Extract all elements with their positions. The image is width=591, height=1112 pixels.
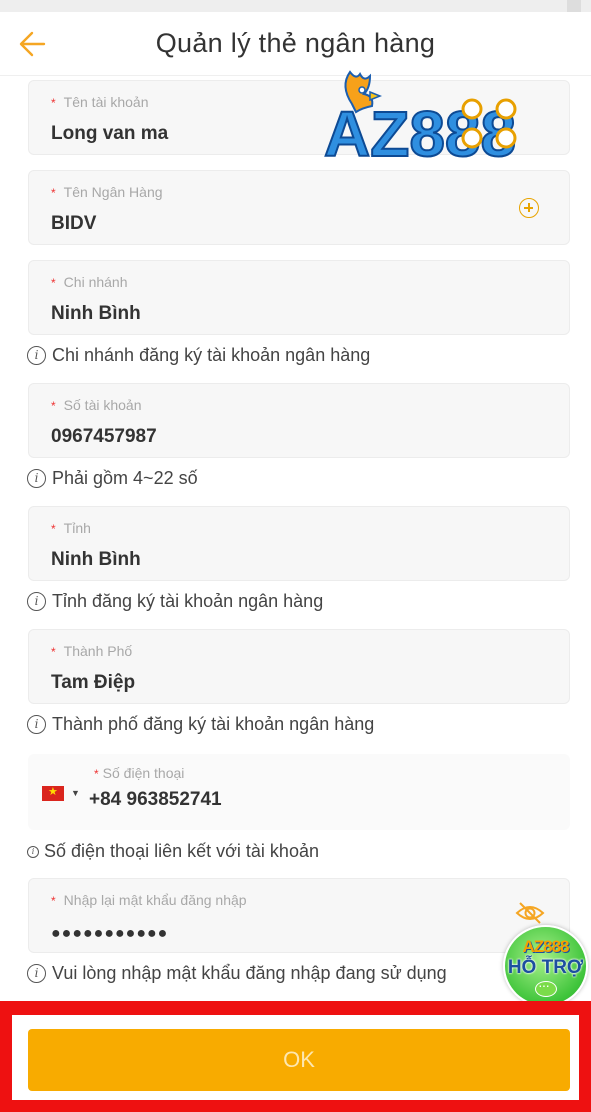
phone-field[interactable]: *Số điện thoại ▼ +84 963852741 [28, 754, 570, 830]
info-icon: i [27, 964, 46, 983]
bank-name-label: * Tên Ngân Hàng [51, 184, 163, 200]
eye-icon[interactable] [514, 900, 546, 926]
password-value: ●●●●●●●●●●● [51, 925, 169, 942]
phone-hint: i Số điện thoại liên kết với tài khoản [27, 841, 319, 862]
info-icon: i [27, 592, 46, 611]
city-value: Tam Điệp [51, 672, 136, 693]
bank-name-field[interactable]: * Tên Ngân Hàng BIDV [28, 170, 570, 245]
info-icon: i [27, 346, 46, 365]
account-number-label: * Số tài khoản [51, 397, 142, 413]
province-label: * Tỉnh [51, 520, 91, 536]
logo-text: AZ888 [324, 98, 516, 162]
branch-field[interactable]: * Chi nhánh Ninh Bình [28, 260, 570, 335]
account-number-field[interactable]: * Số tài khoản 0967457987 [28, 383, 570, 458]
province-value: Ninh Bình [51, 549, 141, 570]
account-number-hint: i Phải gồm 4~22 số [27, 468, 198, 489]
account-name-label: * Tên tài khoản [51, 94, 149, 110]
city-hint: i Thành phố đăng ký tài khoản ngân hàng [27, 714, 374, 735]
support-label: HỖ TRỢ [507, 957, 584, 978]
add-circle-icon[interactable] [519, 198, 539, 218]
phone-label: * Số điện thoại [94, 765, 185, 781]
branch-hint: i Chi nhánh đăng ký tài khoản ngân hàng [27, 345, 370, 366]
branch-label: * Chi nhánh [51, 274, 128, 290]
city-field[interactable]: * Thành Phố Tam Điệp [28, 629, 570, 704]
bank-name-value: BIDV [51, 213, 97, 234]
chat-bubble-icon [535, 977, 557, 997]
vietnam-flag-icon[interactable] [42, 785, 64, 801]
support-button[interactable]: AZ888 HỖ TRỢ [503, 925, 588, 1007]
info-icon: i [27, 469, 46, 488]
phone-value: +84 963852741 [89, 789, 222, 810]
page-title: Quản lý thẻ ngân hàng [155, 28, 436, 58]
province-hint: i Tỉnh đăng ký tài khoản ngân hàng [27, 591, 323, 612]
support-brand: AZ888 [522, 937, 569, 956]
password-hint: i Vui lòng nhập mật khẩu đăng nhập đang s… [27, 963, 447, 984]
province-field[interactable]: * Tỉnh Ninh Bình [28, 506, 570, 581]
caret-down-icon[interactable]: ▼ [71, 788, 80, 798]
rooster-logo: AZ888 [323, 70, 517, 162]
info-icon: i [27, 715, 46, 734]
status-strip-tab [567, 0, 581, 12]
account-number-value: 0967457987 [51, 426, 157, 447]
status-strip [0, 0, 591, 12]
ok-button[interactable]: OK [28, 1029, 570, 1091]
info-icon: i [27, 845, 39, 858]
password-label: * Nhập lại mật khẩu đăng nhập [51, 892, 247, 908]
account-name-value: Long van ma [51, 123, 169, 144]
password-field[interactable]: * Nhập lại mật khẩu đăng nhập ●●●●●●●●●●● [28, 878, 570, 953]
city-label: * Thành Phố [51, 643, 133, 659]
branch-value: Ninh Bình [51, 303, 141, 324]
